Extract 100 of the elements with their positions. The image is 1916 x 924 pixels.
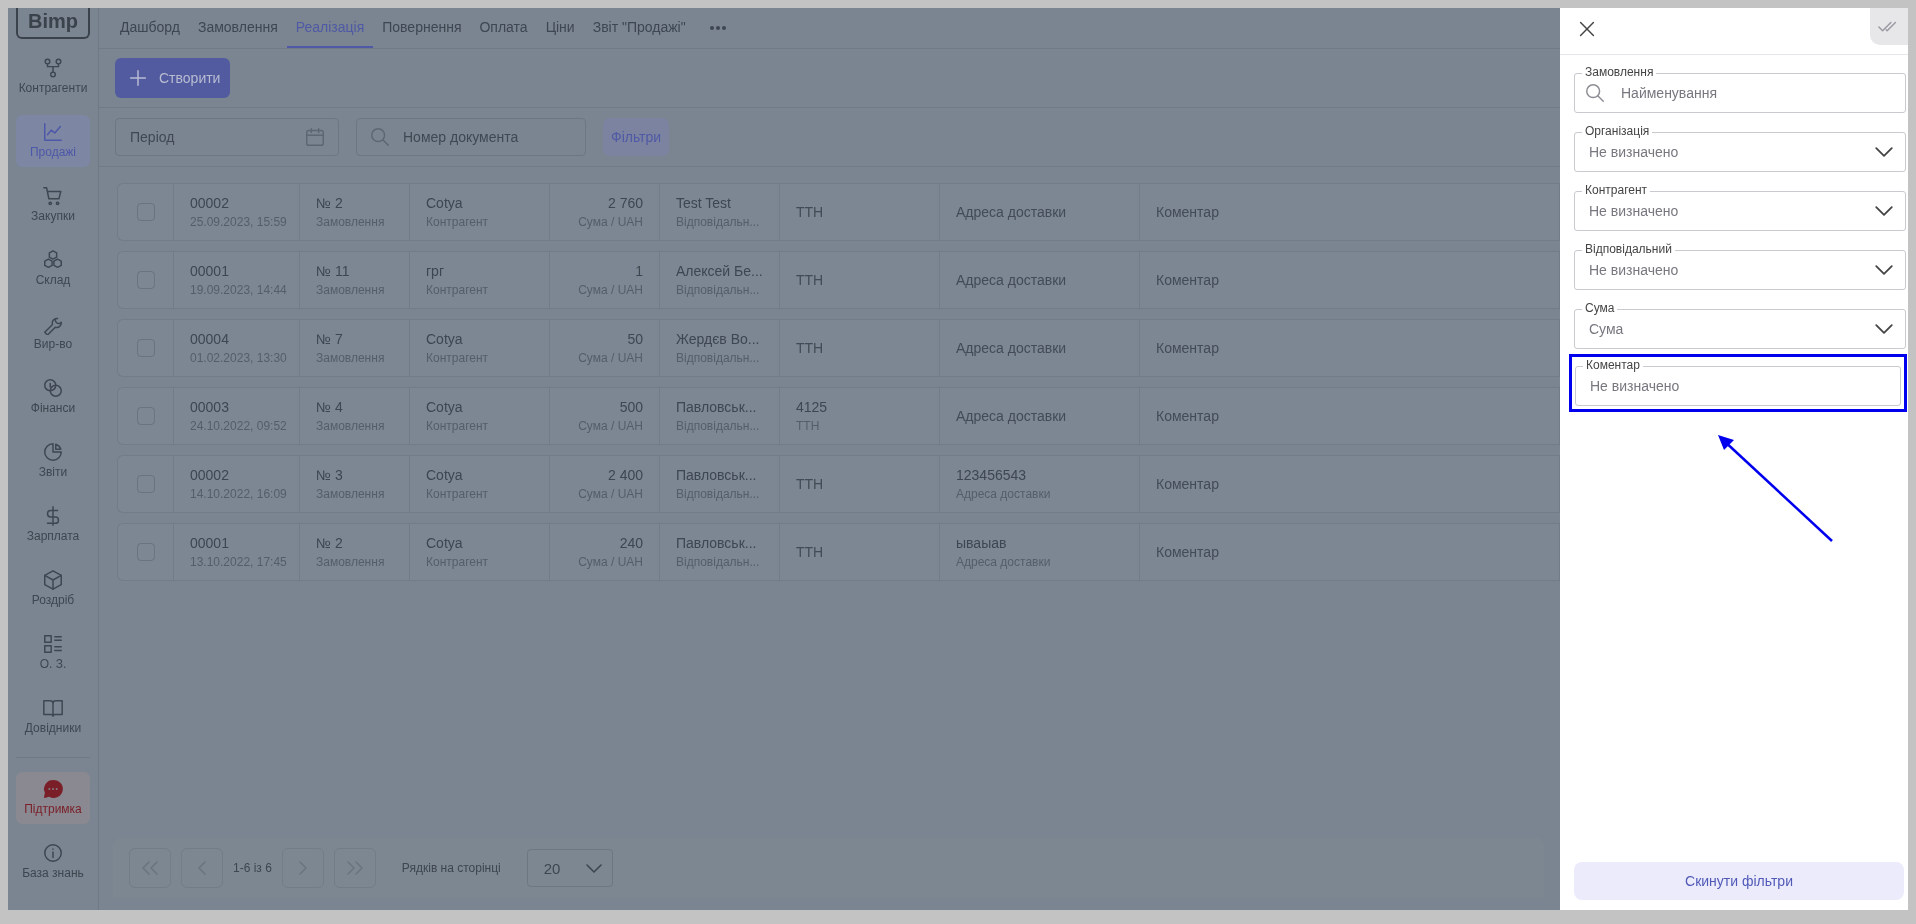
table-cell-text: ываыав (956, 535, 1008, 551)
table-cell-text: Адреса доставки (956, 408, 1068, 424)
create-button[interactable]: Створити (115, 58, 231, 98)
nav-item[interactable]: Довідники (16, 691, 90, 743)
table-cell-text: Коментар (1156, 476, 1220, 492)
nav-item[interactable]: База знань (16, 836, 90, 888)
rows-per-page-label: Рядків на сторінці (401, 861, 501, 875)
table-cell-text: 00004 (190, 331, 230, 347)
book-icon (42, 697, 64, 719)
more-icon[interactable] (708, 25, 727, 31)
table-cell-text: грг (426, 263, 445, 279)
nav-item[interactable]: Роздріб (16, 563, 90, 615)
coins-icon (42, 377, 64, 399)
chevron-down-icon (585, 863, 602, 873)
table-cell-text: Cotya (426, 331, 464, 347)
chevron-down-icon (1874, 206, 1894, 216)
pie-chart-icon (42, 441, 64, 463)
nav-item[interactable]: Закупки (16, 179, 90, 231)
table-cell-text: № 2 (316, 535, 344, 551)
table-cell-text: № 11 (316, 263, 351, 279)
table-cell: 240 (619, 535, 643, 551)
nav-item[interactable]: Фінанси (16, 371, 90, 423)
tab[interactable]: Замовлення (188, 8, 287, 48)
nav-item[interactable]: Контрагенти (16, 51, 90, 103)
table-cell: 1 (635, 263, 643, 279)
search-field[interactable]: Номер документа (401, 128, 573, 146)
nav-item[interactable]: Вир-во (16, 307, 90, 359)
table-cell-text: Павловськ... (676, 535, 758, 551)
table-cell-text: Павловськ... (676, 399, 758, 415)
chevron-down-icon (1874, 147, 1894, 157)
table-cell-text: Коментар (1156, 272, 1220, 288)
table-cell: Алексей Бе... (676, 263, 763, 279)
table-cell-text: Коментар (1156, 340, 1220, 356)
field-label: Контрагент (1582, 183, 1651, 197)
nav-item[interactable]: Склад (16, 243, 90, 295)
table-cell-text: Cotya (426, 399, 464, 415)
cart-icon (42, 185, 64, 207)
search-icon (369, 126, 391, 148)
line-chart-icon (42, 121, 64, 143)
table-cell-text: 00003 (190, 399, 230, 415)
table-cell-text: № 2 (316, 195, 344, 211)
list-icon (42, 633, 64, 655)
field-label: Коментар (1583, 358, 1643, 372)
chevron-down-icon (1874, 265, 1894, 275)
chat-bubble-icon (42, 778, 64, 800)
apply-button[interactable] (1870, 8, 1908, 45)
period-picker[interactable]: Період (115, 118, 339, 156)
table-cell-text: Жердєв Во... (676, 331, 761, 347)
table-cell: 500 (619, 399, 643, 415)
tab[interactable]: Ціни (536, 8, 584, 48)
table-cell-text: Адреса доставки (956, 204, 1068, 220)
nav-item[interactable]: Звіти (16, 435, 90, 487)
table-cell-text: Cotya (426, 535, 464, 551)
page-size-select[interactable]: 20 (526, 849, 613, 887)
page-range: 1-6 із 6 (233, 861, 272, 875)
table-cell-text: Коментар (1156, 204, 1220, 220)
tab[interactable]: Повернення (373, 8, 471, 48)
tab[interactable]: Дашборд (111, 8, 189, 48)
table-cell-text: ТТН (796, 544, 825, 560)
table-cell-text: Коментар (1156, 544, 1220, 560)
table-cell-text: ТТН (796, 476, 825, 492)
support-button[interactable]: Підтримка (16, 772, 90, 824)
field-label: Відповідальний (1582, 242, 1675, 256)
table-cell: 2 400 (607, 467, 643, 483)
table-cell-text: Test Test (676, 195, 732, 211)
table-cell-text: 00001 (190, 535, 230, 551)
document-search[interactable]: Номер документа (356, 118, 586, 156)
table-cell-text: ТТН (796, 340, 825, 356)
tab[interactable]: Звіт "Продажі" (583, 8, 695, 48)
table-cell: 50 (627, 331, 643, 347)
table-cell-text: 00002 (190, 195, 230, 211)
nav-item[interactable]: Зарплата (16, 499, 90, 551)
plus-icon (127, 67, 149, 89)
field-label: Організація (1582, 124, 1653, 138)
tab[interactable]: Оплата (470, 8, 537, 48)
period-field[interactable]: Період (128, 128, 294, 146)
info-icon (42, 842, 64, 864)
table-cell-text: Коментар (1156, 408, 1220, 424)
table-cell-text: 00002 (190, 467, 230, 483)
field-label: Сума (1582, 301, 1618, 315)
table-cell-text: Cotya (426, 467, 464, 483)
chevron-down-icon (1874, 324, 1894, 334)
table-cell: 2 760 (607, 195, 643, 211)
table-cell-text: Павловськ... (676, 467, 758, 483)
field-label: Замовлення (1582, 65, 1657, 79)
calendar-icon (304, 126, 326, 148)
table-cell-text: № 7 (316, 331, 344, 347)
table-cell-text: 4125 (796, 399, 829, 415)
box-icon (42, 569, 64, 591)
reset-filters-button[interactable]: Скинути фільтри (1574, 862, 1904, 900)
nodes-icon (42, 57, 64, 79)
table-cell-text: Адреса доставки (956, 272, 1068, 288)
nav-item[interactable]: О. З. (16, 627, 90, 679)
table-cell-text: № 3 (316, 467, 344, 483)
table-cell-text: Адреса доставки (956, 340, 1068, 356)
table-cell-text: ТТН (796, 204, 825, 220)
table-cell-text: ТТН (796, 272, 825, 288)
cubes-icon (42, 249, 64, 271)
table-cell-text: 123456543 (956, 467, 1028, 483)
logo[interactable]: Bimp (16, 8, 90, 39)
